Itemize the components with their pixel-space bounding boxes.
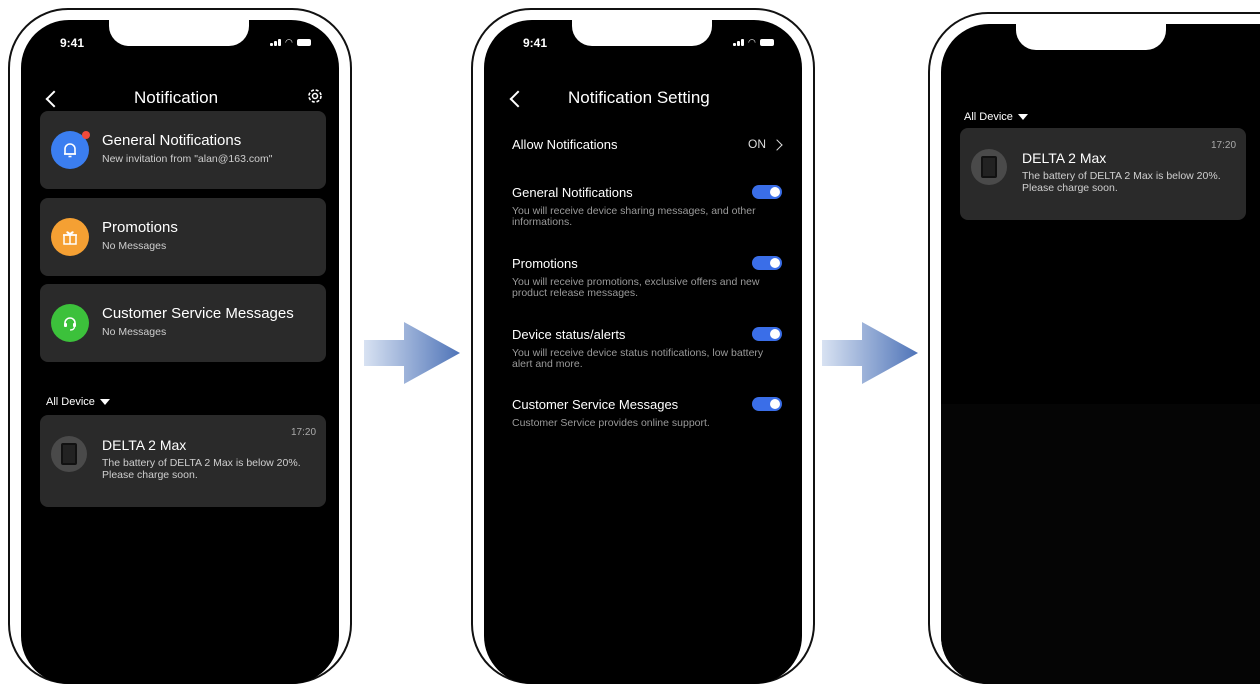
screen-notification: 9:41 ◠ Notification General Notification…	[21, 20, 339, 684]
battery-icon	[296, 38, 311, 46]
toggle-device-status[interactable]	[752, 327, 782, 341]
device-message: The battery of DELTA 2 Max is below 20%.…	[1022, 170, 1221, 194]
notch	[572, 20, 712, 46]
card-subtitle: No Messages	[102, 326, 167, 338]
device-name: DELTA 2 Max	[102, 437, 187, 453]
setting-customer-service-desc: Customer Service provides online support…	[512, 417, 710, 429]
toggle-general-notifications[interactable]	[752, 185, 782, 199]
card-title: Customer Service Messages	[102, 305, 294, 322]
notification-time: 17:20	[291, 427, 317, 438]
card-title: General Notifications	[102, 132, 242, 149]
battery-icon	[759, 38, 774, 46]
status-time: 9:41	[60, 36, 85, 50]
device-message: The battery of DELTA 2 Max is below 20%.…	[102, 457, 301, 481]
back-button[interactable]	[45, 90, 63, 108]
device-name: DELTA 2 Max	[1022, 150, 1107, 166]
phone-frame-filtered: All Device 17:20 DELTA 2 Max The battery…	[928, 12, 1260, 684]
filter-label: All Device	[964, 111, 1013, 123]
signal-icon	[733, 38, 744, 46]
setting-customer-service-label: Customer Service Messages	[512, 397, 679, 412]
dimmed-overlay	[941, 404, 1260, 684]
caret-down-icon	[99, 399, 110, 405]
card-general-notifications[interactable]: General Notifications New invitation fro…	[40, 111, 326, 189]
setting-general-label: General Notifications	[512, 185, 633, 200]
device-icon	[971, 149, 1007, 185]
flow-arrow-icon	[364, 322, 460, 384]
card-subtitle: New invitation from "alan@163.com"	[102, 153, 273, 165]
card-title: Promotions	[102, 219, 178, 236]
caret-down-icon	[1017, 114, 1028, 120]
flow-arrow-icon	[822, 322, 918, 384]
setting-device-status-desc: You will receive device status notificat…	[512, 347, 764, 370]
wifi-icon: ◠	[748, 37, 756, 47]
phone-frame-settings: 9:41 ◠ Notification Setting Allow Notifi…	[471, 8, 815, 684]
status-icons: ◠	[270, 37, 311, 47]
page-title: Notification	[134, 88, 219, 107]
chevron-right-icon[interactable]	[771, 139, 783, 151]
allow-notifications-value[interactable]: ON	[748, 137, 766, 151]
device-filter-dropdown[interactable]: All Device	[46, 396, 110, 408]
notch	[1016, 24, 1166, 50]
setting-general-desc: You will receive device sharing messages…	[512, 205, 756, 228]
screen-filtered: All Device 17:20 DELTA 2 Max The battery…	[941, 24, 1260, 684]
wifi-icon: ◠	[285, 37, 293, 47]
device-filter-dropdown[interactable]: All Device	[964, 111, 1028, 123]
device-icon	[51, 436, 87, 472]
filter-label: All Device	[46, 396, 95, 408]
headset-icon	[51, 304, 89, 342]
setting-promotions-desc: You will receive promotions, exclusive o…	[512, 276, 760, 299]
settings-gear-icon[interactable]	[306, 87, 324, 110]
card-subtitle: No Messages	[102, 240, 167, 252]
device-notification-card[interactable]: 17:20 DELTA 2 Max The battery of DELTA 2…	[40, 415, 326, 507]
setting-device-status-label: Device status/alerts	[512, 327, 626, 342]
card-promotions[interactable]: Promotions No Messages	[40, 198, 326, 276]
card-customer-service[interactable]: Customer Service Messages No Messages	[40, 284, 326, 362]
toggle-promotions[interactable]	[752, 256, 782, 270]
status-icons: ◠	[733, 37, 774, 47]
device-notification-card[interactable]: 17:20 DELTA 2 Max The battery of DELTA 2…	[960, 128, 1246, 220]
status-time: 9:41	[523, 36, 548, 50]
unread-dot	[82, 131, 90, 139]
allow-notifications-label[interactable]: Allow Notifications	[512, 137, 618, 152]
notch	[109, 20, 249, 46]
setting-promotions-label: Promotions	[512, 256, 578, 271]
notification-time: 17:20	[1211, 140, 1237, 151]
screen-settings: 9:41 ◠ Notification Setting Allow Notifi…	[484, 20, 802, 684]
phone-frame-notification: 9:41 ◠ Notification General Notification…	[8, 8, 352, 684]
gift-icon	[51, 218, 89, 256]
toggle-customer-service[interactable]	[752, 397, 782, 411]
back-button[interactable]	[509, 90, 527, 108]
page-title: Notification Setting	[568, 88, 710, 107]
signal-icon	[270, 38, 281, 46]
